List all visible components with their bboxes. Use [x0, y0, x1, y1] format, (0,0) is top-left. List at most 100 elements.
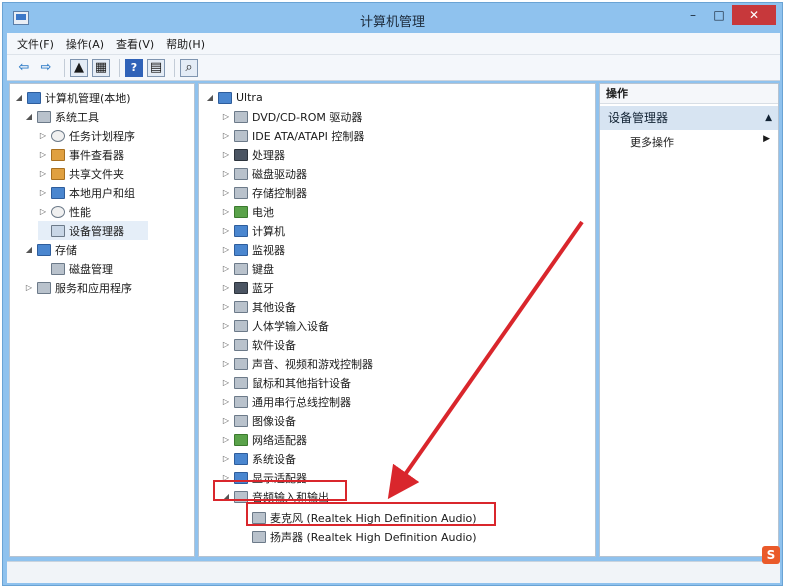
collapsed-triangle-icon[interactable]: ▷	[221, 340, 231, 349]
ide-controller-icon	[234, 129, 248, 142]
minimize-button[interactable]: –	[680, 5, 706, 25]
device-category-row[interactable]: ▷ 处理器	[221, 145, 285, 164]
maximize-button[interactable]: □	[706, 5, 732, 25]
device-category-row[interactable]: ▷ 其他设备	[221, 297, 296, 316]
device-category-row[interactable]: ▷ 键盘	[221, 259, 274, 278]
collapsed-triangle-icon[interactable]: ▷	[221, 454, 231, 463]
collapsed-triangle-icon[interactable]: ▷	[38, 169, 48, 178]
collapsed-triangle-icon[interactable]: ▷	[38, 131, 48, 140]
up-folder-icon[interactable]: ▲	[70, 58, 88, 77]
tree-item-performance[interactable]: ▷ 性能	[38, 202, 91, 221]
device-category-label: 蓝牙	[252, 281, 274, 295]
collapsed-triangle-icon[interactable]: ▷	[221, 188, 231, 197]
collapsed-triangle-icon[interactable]: ▷	[221, 207, 231, 216]
tree-item-computer-management[interactable]: ◢ 计算机管理(本地)	[14, 88, 131, 107]
storage-icon	[37, 243, 51, 256]
collapsed-triangle-icon[interactable]: ▷	[221, 359, 231, 368]
tree-item-label: 系统工具	[55, 110, 99, 124]
device-category-label: 软件设备	[252, 338, 296, 352]
device-category-row[interactable]: ▷ 电池	[221, 202, 274, 221]
collapsed-triangle-icon[interactable]: ▷	[221, 112, 231, 121]
device-category-label: 鼠标和其他指针设备	[252, 376, 351, 390]
actions-section-label: 设备管理器	[608, 111, 669, 125]
expanded-triangle-icon[interactable]: ◢	[24, 245, 34, 254]
device-tree-root[interactable]: ◢ Ultra	[205, 88, 263, 107]
collapsed-triangle-icon[interactable]: ▷	[221, 264, 231, 273]
device-speaker[interactable]: 扬声器 (Realtek High Definition Audio)	[249, 527, 477, 546]
menu-view[interactable]: 查看(V)	[116, 36, 154, 52]
speaker-icon	[252, 530, 266, 543]
help-icon[interactable]: ?	[125, 58, 143, 77]
scan-hardware-icon[interactable]: ⌕	[180, 58, 198, 77]
device-category-row[interactable]: ▷ 蓝牙	[221, 278, 274, 297]
collapsed-triangle-icon[interactable]: ▷	[221, 169, 231, 178]
tree-item-disk-management[interactable]: 磁盘管理	[38, 259, 113, 278]
collapsed-triangle-icon[interactable]: ▷	[221, 378, 231, 387]
collapsed-triangle-icon[interactable]: ▷	[221, 416, 231, 425]
collapsed-triangle-icon[interactable]: ▷	[221, 321, 231, 330]
device-category-row[interactable]: ▷ 软件设备	[221, 335, 296, 354]
menu-action[interactable]: 操作(A)	[66, 36, 104, 52]
expanded-triangle-icon[interactable]: ◢	[14, 93, 24, 102]
show-hide-tree-icon[interactable]: ▦	[92, 58, 110, 77]
shared-folder-icon	[51, 167, 65, 180]
more-actions-link[interactable]: 更多操作	[630, 134, 674, 150]
collapsed-triangle-icon[interactable]: ▷	[221, 397, 231, 406]
device-category-label: 监视器	[252, 243, 285, 257]
title-bar[interactable]: 计算机管理 – □ ✕	[3, 3, 782, 33]
actions-section-device-manager[interactable]: 设备管理器 ▲	[600, 106, 778, 130]
tree-item-event-viewer[interactable]: ▷ 事件查看器	[38, 145, 124, 164]
device-category-label: 其他设备	[252, 300, 296, 314]
device-category-row[interactable]: ▷ 磁盘驱动器	[221, 164, 307, 183]
device-category-label: 电池	[252, 205, 274, 219]
device-category-row[interactable]: ▷ 计算机	[221, 221, 285, 240]
device-category-row[interactable]: ▷ 图像设备	[221, 411, 296, 430]
collapsed-triangle-icon[interactable]: ▷	[221, 283, 231, 292]
tree-item-storage[interactable]: ◢ 存储	[24, 240, 77, 259]
tree-item-task-scheduler[interactable]: ▷ 任务计划程序	[38, 126, 135, 145]
tree-item-device-manager[interactable]: 设备管理器	[38, 221, 148, 240]
keyboard-icon	[234, 262, 248, 275]
back-arrow-icon[interactable]: ⇦	[15, 59, 33, 77]
collapsed-triangle-icon[interactable]: ▷	[221, 226, 231, 235]
window-title: 计算机管理	[359, 15, 425, 30]
collapsed-triangle-icon[interactable]: ▷	[221, 150, 231, 159]
forward-arrow-icon[interactable]: ⇨	[37, 59, 55, 77]
device-category-row[interactable]: ▷ 网络适配器	[221, 430, 307, 449]
collapsed-triangle-icon[interactable]: ▷	[221, 131, 231, 140]
tree-item-local-users[interactable]: ▷ 本地用户和组	[38, 183, 135, 202]
tree-item-services-apps[interactable]: ▷ 服务和应用程序	[24, 278, 132, 297]
tree-item-shared-folders[interactable]: ▷ 共享文件夹	[38, 164, 124, 183]
collapse-up-icon[interactable]: ▲	[765, 106, 772, 130]
device-category-row[interactable]: ▷ 存储控制器	[221, 183, 307, 202]
device-category-row[interactable]: ▷ IDE ATA/ATAPI 控制器	[221, 126, 364, 145]
device-category-row[interactable]: ▷ 通用串行总线控制器	[221, 392, 351, 411]
status-bar	[7, 561, 780, 583]
menu-file[interactable]: 文件(F)	[17, 36, 54, 52]
device-category-row[interactable]: ▷ DVD/CD-ROM 驱动器	[221, 107, 362, 126]
collapsed-triangle-icon[interactable]: ▷	[38, 150, 48, 159]
network-adapter-icon	[234, 433, 248, 446]
tree-item-label: 服务和应用程序	[55, 281, 132, 295]
properties-icon[interactable]: ▤	[147, 58, 165, 77]
submenu-arrow-icon[interactable]: ▶	[763, 134, 770, 144]
device-category-row[interactable]: ▷ 系统设备	[221, 449, 296, 468]
device-category-row[interactable]: ▷ 鼠标和其他指针设备	[221, 373, 351, 392]
expanded-triangle-icon[interactable]: ◢	[24, 112, 34, 121]
navigation-tree[interactable]: ◢ 计算机管理(本地) ◢ 系统工具 ▷ 任务计划程序 ▷ 事件查看器 ▷ 共享…	[9, 83, 195, 557]
device-category-row[interactable]: ▷ 人体学输入设备	[221, 316, 329, 335]
device-category-row[interactable]: ▷ 声音、视频和游戏控制器	[221, 354, 373, 373]
collapsed-triangle-icon[interactable]: ▷	[221, 302, 231, 311]
computer-management-window: 计算机管理 – □ ✕ 文件(F) 操作(A) 查看(V) 帮助(H) ⇦ ⇨ …	[2, 2, 783, 586]
collapsed-triangle-icon[interactable]: ▷	[38, 207, 48, 216]
collapsed-triangle-icon[interactable]: ▷	[221, 435, 231, 444]
tree-item-system-tools[interactable]: ◢ 系统工具	[24, 107, 99, 126]
processor-icon	[234, 148, 248, 161]
menu-help[interactable]: 帮助(H)	[166, 36, 205, 52]
collapsed-triangle-icon[interactable]: ▷	[221, 245, 231, 254]
expanded-triangle-icon[interactable]: ◢	[205, 93, 215, 102]
collapsed-triangle-icon[interactable]: ▷	[38, 188, 48, 197]
device-category-row[interactable]: ▷ 监视器	[221, 240, 285, 259]
close-button[interactable]: ✕	[732, 5, 776, 25]
collapsed-triangle-icon[interactable]: ▷	[24, 283, 34, 292]
